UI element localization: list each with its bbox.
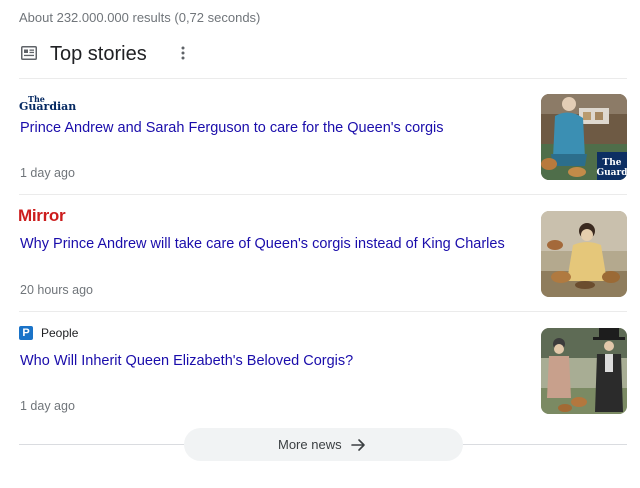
story-headline[interactable]: Why Prince Andrew will take care of Quee… (20, 236, 505, 252)
story-thumbnail[interactable] (541, 211, 627, 297)
story-thumbnail[interactable]: The Guard (541, 94, 627, 180)
thumb-caption-top: The (603, 158, 622, 168)
more-vert-icon[interactable] (181, 45, 185, 61)
news-icon (21, 46, 37, 60)
story-time: 1 day ago (20, 399, 75, 413)
story-thumbnail[interactable] (541, 328, 627, 414)
story-headline[interactable]: Prince Andrew and Sarah Ferguson to care… (20, 120, 444, 136)
people-logo-icon: P (19, 326, 33, 340)
divider (19, 194, 627, 195)
divider (19, 311, 627, 312)
story-time: 1 day ago (20, 166, 75, 180)
story-card-mirror[interactable]: Mirror Why Prince Andrew will take care … (18, 206, 627, 327)
source-name: People (41, 326, 79, 340)
top-stories-header: Top stories (19, 40, 619, 70)
story-headline[interactable]: Who Will Inherit Queen Elizabeth's Belov… (20, 353, 353, 369)
results-count: About 232.000.000 results (0,72 seconds) (19, 10, 261, 25)
divider (463, 444, 627, 445)
thumb-caption-bottom: Guard (596, 168, 627, 178)
story-card-guardian[interactable]: The Guardian Prince Andrew and Sarah Fer… (19, 94, 627, 210)
story-card-people[interactable]: P People Who Will Inherit Queen Elizabet… (19, 326, 627, 444)
divider (19, 78, 627, 79)
divider (19, 444, 184, 445)
arrow-right-icon (351, 439, 365, 451)
story-time: 20 hours ago (20, 283, 93, 297)
section-title: Top stories (50, 43, 147, 65)
more-news-label: More news (278, 437, 342, 452)
more-news-button[interactable]: More news (184, 428, 463, 461)
